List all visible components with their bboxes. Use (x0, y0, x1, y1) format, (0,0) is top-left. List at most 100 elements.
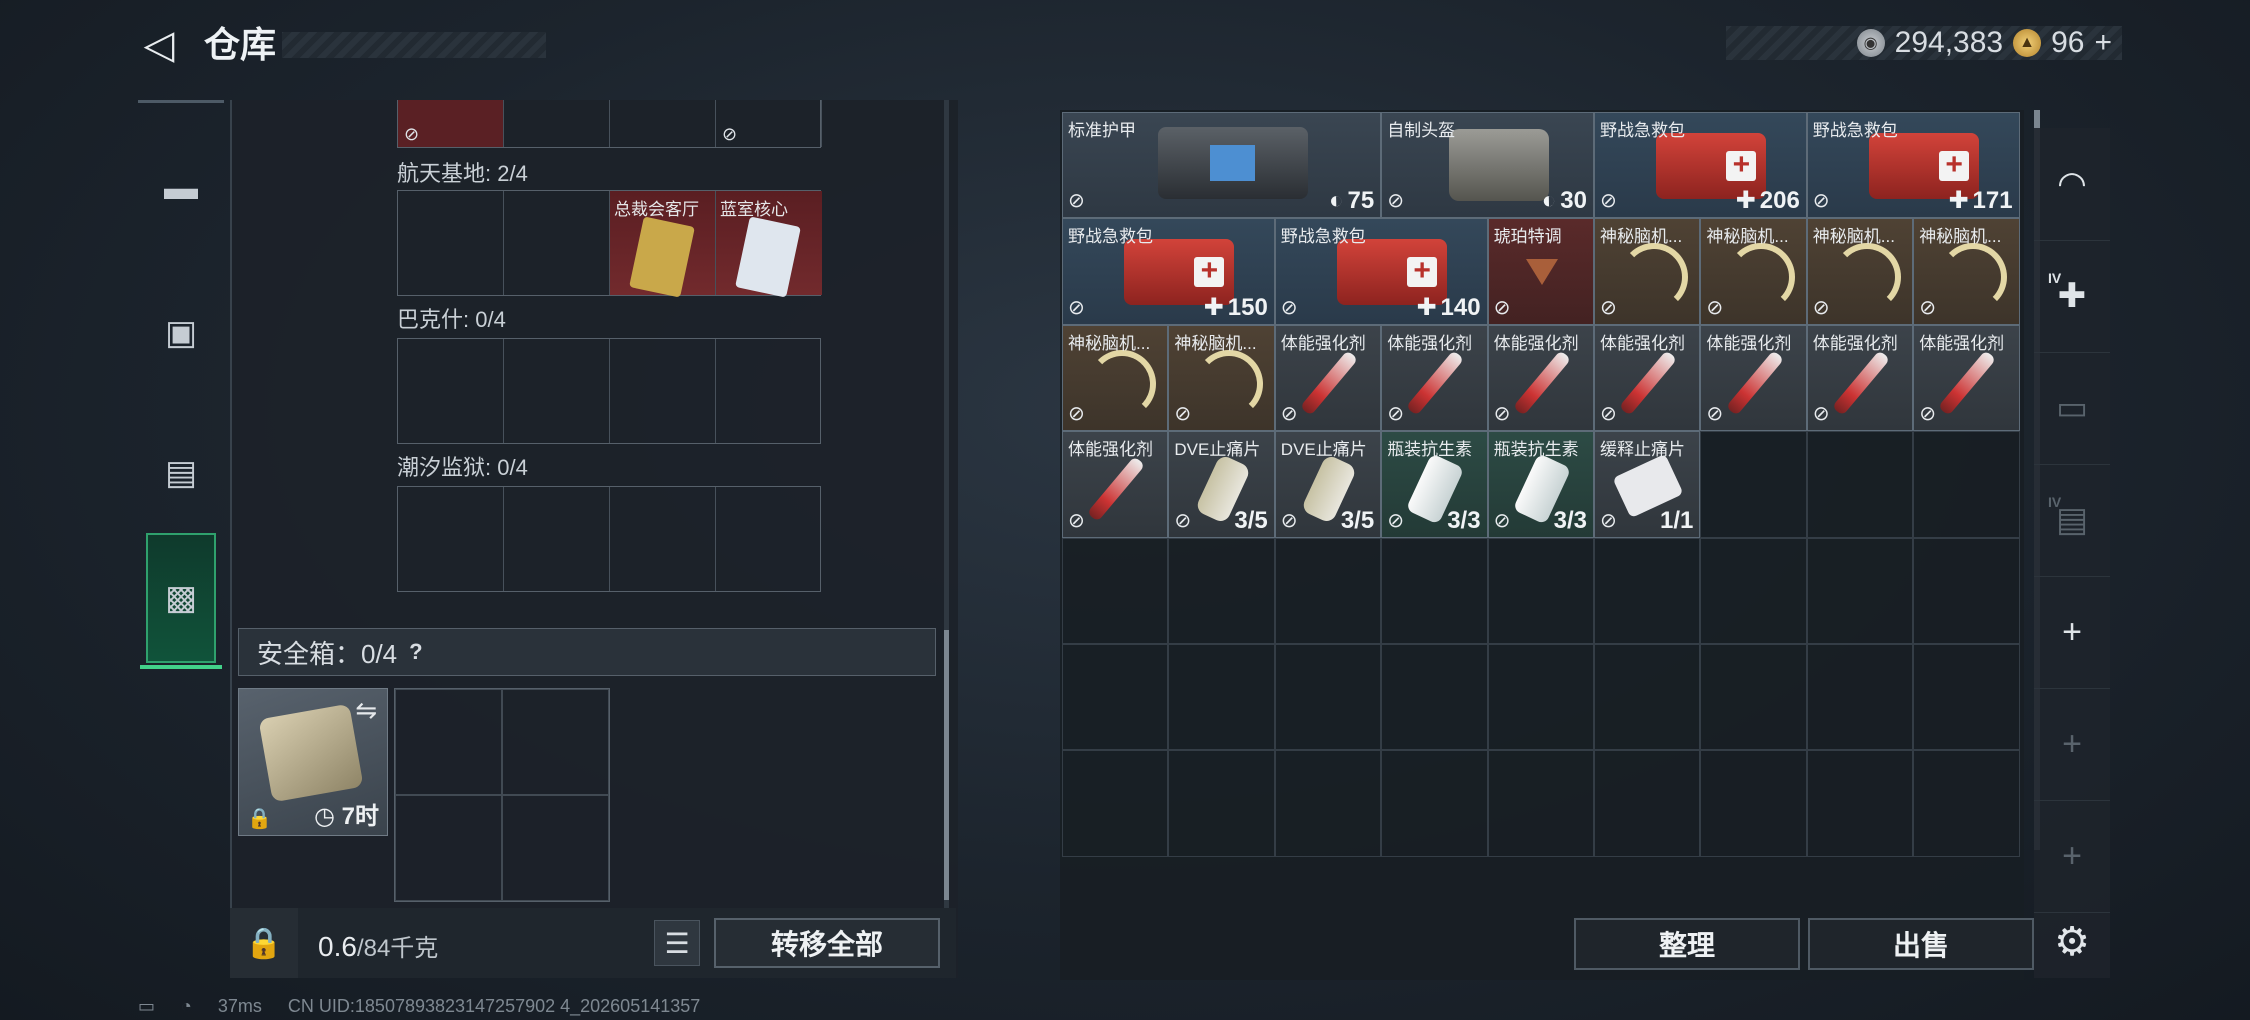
inventory-item[interactable]: 神秘脑机... ⊘ (1913, 218, 2020, 325)
inventory-item[interactable]: 野战急救包 ⊘ ✚150 (1062, 218, 1275, 325)
right-tab-6[interactable]: + (2034, 800, 2110, 913)
inventory-item[interactable]: DVE止痛片 ⊘ 3/5 (1168, 431, 1275, 538)
inventory-slot[interactable] (1062, 643, 1169, 751)
stash-slot[interactable] (610, 100, 716, 147)
inventory-item[interactable]: 自制头盔 ⊘ ◐ 30 (1381, 112, 1594, 219)
list-view-button[interactable]: ☰ (654, 920, 700, 966)
inventory-item[interactable]: 神秘脑机... ⊘ (1700, 218, 1807, 325)
inventory-slot[interactable] (1700, 643, 1807, 751)
help-icon[interactable]: ? (409, 639, 422, 665)
inventory-slot[interactable] (1381, 750, 1488, 857)
inventory-slot[interactable] (1913, 537, 2020, 644)
right-tab-0[interactable]: ◠ (2034, 128, 2110, 241)
inventory-slot[interactable] (1381, 643, 1488, 751)
tab-storage[interactable]: ▩ (140, 533, 222, 669)
stash-slot[interactable] (398, 487, 504, 591)
right-tab-3[interactable]: ▤ IV (2034, 464, 2110, 577)
stash-slot[interactable] (504, 191, 610, 295)
inventory-slot[interactable] (1487, 643, 1594, 751)
stash-slot[interactable]: 总裁会客厅 (610, 191, 716, 298)
inventory-slot[interactable] (1274, 750, 1382, 857)
tab-armor[interactable]: ▣ (138, 268, 224, 398)
inventory-item[interactable]: 体能强化剂 ⊘ (1381, 324, 1488, 432)
transfer-all-button[interactable]: 转移全部 (714, 918, 940, 968)
inventory-slot[interactable] (1168, 750, 1275, 857)
sell-button[interactable]: 出售 (1808, 918, 2034, 970)
inventory-slot[interactable] (1381, 537, 1488, 644)
right-tab-2[interactable]: ▭ (2034, 352, 2110, 465)
safe-box-case[interactable]: ⇋ 🔒 ◷ 7时 (238, 688, 388, 836)
inventory-slot[interactable] (1593, 537, 1701, 644)
inventory-slot[interactable] (1806, 750, 1914, 857)
inventory-slot[interactable] (1913, 431, 2020, 538)
inventory-item[interactable]: 野战急救包 ⊘ ✚206 (1594, 112, 1807, 219)
inventory-item[interactable]: 体能强化剂 ⊘ (1806, 324, 1914, 432)
inventory-item[interactable]: 标准护甲 ⊘ ◐ 75 (1062, 112, 1382, 219)
inventory-item[interactable]: 体能强化剂 ⊘ (1700, 324, 1807, 432)
inventory-slot[interactable] (1593, 643, 1701, 751)
inventory-slot[interactable] (1487, 537, 1594, 644)
right-tab-5[interactable]: + (2034, 688, 2110, 801)
tab-gear[interactable]: ▤ (138, 408, 224, 538)
inventory-item[interactable]: 野战急救包 ⊘ ✚140 (1274, 218, 1488, 325)
safe-box-slot[interactable] (395, 689, 502, 795)
tidy-button[interactable]: 整理 (1574, 918, 1800, 970)
stash-slot[interactable] (398, 191, 504, 295)
inventory-item[interactable]: 神秘脑机... ⊘ (1062, 324, 1169, 432)
inventory-slot[interactable] (1806, 537, 1914, 644)
inventory-item[interactable]: 体能强化剂 ⊘ (1274, 324, 1382, 432)
inventory-item[interactable]: 神秘脑机... ⊘ (1594, 218, 1701, 325)
inventory-item[interactable]: 体能强化剂 ⊘ (1062, 431, 1169, 538)
stash-slot[interactable] (504, 339, 610, 443)
stash-slot[interactable] (716, 487, 822, 591)
inventory-item[interactable]: 体能强化剂 ⊘ (1487, 324, 1594, 432)
inventory-item[interactable]: 琥珀特调 ⊘ (1487, 218, 1594, 325)
inventory-item[interactable]: 体能强化剂 ⊘ (1594, 324, 1701, 432)
inventory-slot[interactable] (1168, 643, 1275, 751)
safe-box-slot[interactable] (395, 795, 502, 901)
settings-gear-icon[interactable]: ⚙ (2034, 906, 2110, 978)
inventory-slot[interactable] (1062, 750, 1169, 857)
stash-scrollbar-thumb[interactable] (944, 630, 949, 900)
inventory-slot[interactable] (1913, 643, 2020, 751)
add-gold-button[interactable]: + (2094, 26, 2122, 60)
inventory-item[interactable]: 野战急救包 ⊘ ✚171 (1806, 112, 2020, 219)
inventory-slot[interactable] (1487, 750, 1594, 857)
inventory-item[interactable]: 瓶装抗生素 ⊘ 3/3 (1487, 431, 1594, 538)
stash-slot[interactable] (398, 339, 504, 443)
inventory-item[interactable]: 缓释止痛片 ⊘ 1/1 (1594, 431, 1701, 538)
inventory-slot[interactable] (1700, 750, 1807, 857)
inventory-slot[interactable] (1806, 431, 1914, 538)
stash-slot[interactable]: ⊘ (716, 100, 822, 147)
stash-slot[interactable] (610, 487, 716, 591)
inventory-item[interactable]: 体能强化剂 ⊘ (1913, 324, 2020, 432)
inventory-slot[interactable] (1806, 643, 1914, 751)
inventory-item[interactable]: 神秘脑机... ⊘ (1168, 324, 1275, 432)
lock-icon[interactable]: 🔒 (230, 908, 298, 978)
inventory-slot[interactable] (1274, 537, 1382, 644)
right-tab-1[interactable]: ✚ IV (2034, 240, 2110, 353)
inventory-slot[interactable] (1700, 431, 1807, 538)
stash-slot[interactable] (716, 339, 822, 443)
stash-slot[interactable] (610, 339, 716, 443)
swap-icon[interactable]: ⇋ (355, 695, 377, 726)
inventory-item[interactable]: 神秘脑机... ⊘ (1806, 218, 1914, 325)
inventory-item[interactable]: 瓶装抗生素 ⊘ 3/3 (1381, 431, 1488, 538)
stash-slot[interactable] (504, 100, 610, 147)
inventory-slot[interactable] (1062, 537, 1169, 644)
back-button[interactable]: ◁ (136, 22, 182, 68)
inventory-slot[interactable] (1593, 750, 1701, 857)
inventory-slot[interactable] (1168, 537, 1275, 644)
inventory-slot[interactable] (1700, 537, 1807, 644)
stash-slot[interactable]: 蓝室核心 (716, 191, 822, 298)
safe-box-slot[interactable] (502, 795, 609, 901)
inventory-slot[interactable] (1274, 643, 1382, 751)
inventory-slot[interactable] (1913, 750, 2020, 857)
stash-slot[interactable]: ⊘ (398, 100, 504, 147)
stash-slot[interactable] (504, 487, 610, 591)
right-tab-4[interactable]: + (2034, 576, 2110, 689)
safe-box-slot[interactable] (502, 689, 609, 795)
inventory-item[interactable]: DVE止痛片 ⊘ 3/5 (1274, 431, 1382, 538)
tab-weapons[interactable]: ▬ (138, 123, 224, 253)
item-value-text: 171 (1972, 187, 2013, 215)
